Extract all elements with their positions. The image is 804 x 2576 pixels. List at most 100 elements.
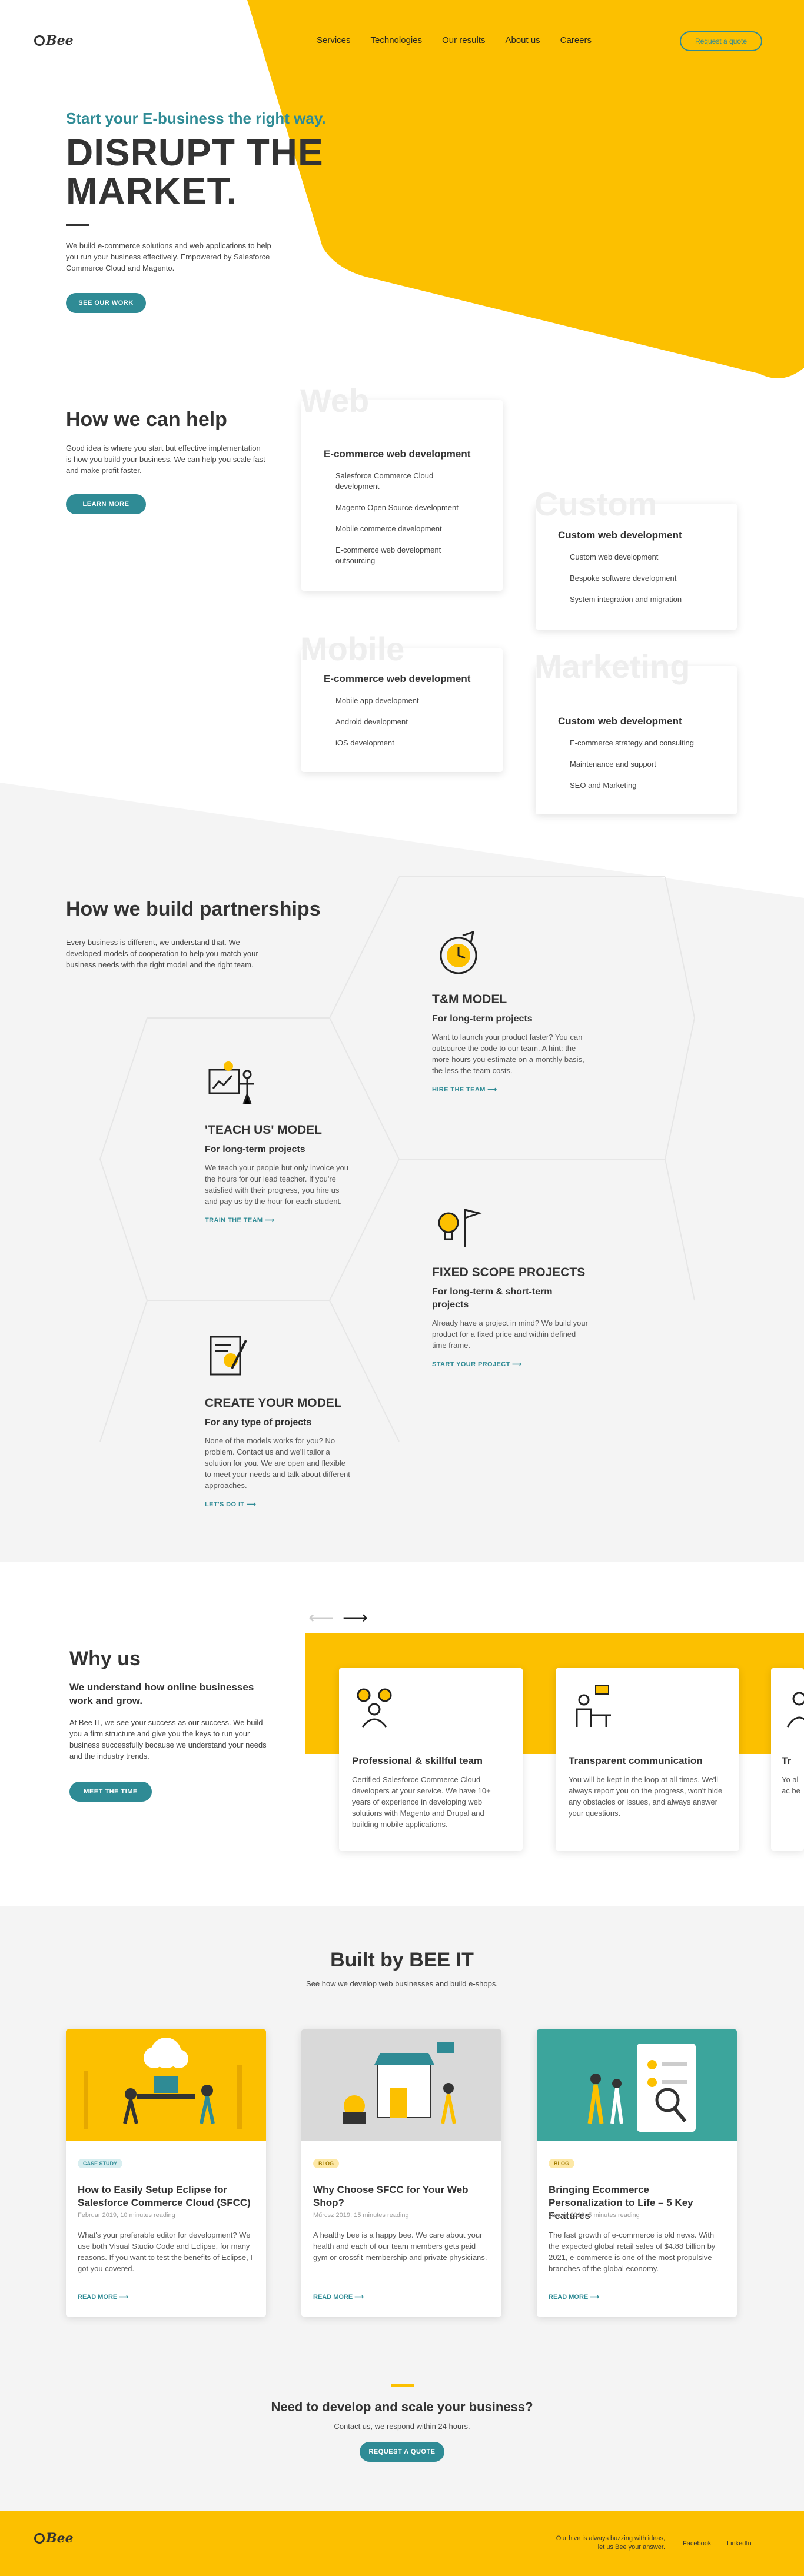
category-badge: BLOG [549, 2159, 574, 2168]
service-item[interactable]: Android development [335, 717, 477, 727]
service-list: Custom web development Bespoke software … [570, 552, 711, 615]
nav-link-technologies[interactable]: Technologies [371, 35, 423, 45]
service-item[interactable]: Mobile commerce development [335, 524, 477, 534]
why-card-text: Yo al ac be [782, 1775, 800, 1795]
cta-divider [391, 2384, 414, 2387]
service-item[interactable]: SEO and Marketing [570, 780, 711, 791]
hero-divider [66, 224, 89, 226]
why-card-title: Tr [782, 1755, 792, 1766]
ghost-word: Mobile [300, 630, 405, 667]
logo-text: Bee [46, 2531, 74, 2546]
why-card-team[interactable]: Professional & skillful team Certified S… [339, 1668, 523, 1851]
service-item[interactable]: Bespoke software development [570, 573, 711, 584]
model-text: Want to launch your product faster? You … [432, 1033, 584, 1075]
hero-title: DISRUPT THE MARKET. [66, 133, 396, 211]
model-subtitle: For long-term & short-term projects [432, 1287, 553, 1310]
model-text: We teach your people but only invoice yo… [205, 1163, 349, 1206]
read-more-link[interactable]: READ MORE ⟶ [78, 2293, 128, 2301]
carousel-prev-arrow-icon[interactable]: ⟵ [308, 1607, 334, 1628]
why-title: Why us [69, 1648, 141, 1670]
why-card-title: Professional & skillful team [352, 1755, 483, 1766]
service-item[interactable]: System integration and migration [570, 594, 711, 605]
nav-link-careers[interactable]: Careers [560, 35, 592, 45]
nav-link-our-results[interactable]: Our results [442, 35, 485, 45]
footer-logo[interactable]: Bee [34, 2531, 74, 2546]
why-card-text: Certified Salesforce Commerce Cloud deve… [352, 1775, 491, 1829]
blog-card[interactable]: BLOG Why Choose SFCC for Your Web Shop? … [301, 2029, 501, 2317]
shop-illustration-icon [301, 2029, 501, 2141]
start-project-link[interactable]: START YOUR PROJECT ⟶ [432, 1360, 591, 1368]
service-item[interactable]: E-commerce web development outsourcing [335, 545, 477, 566]
carousel-next-arrow-icon[interactable]: ⟶ [343, 1607, 368, 1628]
team-gears-icon [357, 1688, 392, 1728]
ghost-word: Marketing [534, 648, 690, 685]
request-quote-cta-button[interactable]: REQUEST A QUOTE [360, 2442, 444, 2462]
document-pen-icon [210, 1336, 247, 1376]
hire-team-link[interactable]: HIRE THE TEAM ⟶ [432, 1086, 591, 1093]
service-item[interactable]: Salesforce Commerce Cloud development [335, 471, 477, 492]
read-more-link[interactable]: READ MORE ⟶ [313, 2293, 364, 2301]
category-badge: CASE STUDY [78, 2159, 123, 2168]
service-card-custom[interactable]: Custom Custom web development Custom web… [534, 485, 737, 630]
hero-title-line2: MARKET. [66, 170, 238, 212]
clock-arrow-icon [440, 930, 477, 974]
built-title: Built by BEE IT [330, 1949, 474, 1971]
linkedin-link[interactable]: LinkedIn [727, 2540, 752, 2547]
service-item[interactable]: E-commerce strategy and consulting [570, 738, 711, 748]
service-item[interactable]: Custom web development [570, 552, 711, 563]
see-our-work-button[interactable]: SEE OUR WORK [66, 293, 146, 313]
logo-text: Bee [46, 33, 74, 48]
link-label: HIRE THE TEAM [432, 1086, 486, 1093]
partnerships-text: Every business is different, we understa… [66, 938, 258, 969]
service-card-title: Custom web development [558, 530, 682, 541]
service-card-title: E-commerce web development [324, 673, 471, 684]
learn-more-button[interactable]: LEARN MORE [66, 494, 146, 514]
model-tm: T&M MODEL For long-term projects Want to… [432, 927, 591, 1093]
top-nav: Bee Services Technologies Our results Ab… [0, 29, 804, 53]
blog-card[interactable]: BLOG Bringing Ecommerce Personalization … [537, 2029, 737, 2317]
service-card-web[interactable]: Web E-commerce web development Salesforc… [300, 382, 503, 591]
lets-do-it-link[interactable]: LET'S DO IT ⟶ [205, 1500, 352, 1508]
tagline-line2: let us Bee your answer. [597, 2544, 665, 2551]
link-label: READ MORE [313, 2294, 353, 2301]
blog-card[interactable]: CASE STUDY How to Easily Setup Eclipse f… [66, 2029, 266, 2317]
read-more-link[interactable]: READ MORE ⟶ [549, 2293, 599, 2301]
hero-title-line1: DISRUPT THE [66, 131, 324, 174]
nav-link-about-us[interactable]: About us [505, 35, 540, 45]
post-excerpt: The fast growth of e-commerce is old new… [549, 2231, 716, 2273]
service-list: Salesforce Commerce Cloud development Ma… [335, 471, 477, 577]
meet-the-team-button[interactable]: MEET THE TIME [69, 1782, 152, 1802]
partnerships-title: How we build partnerships [66, 898, 321, 920]
nav-link-services[interactable]: Services [317, 35, 351, 45]
why-card-partial[interactable]: Tr Yo al ac be [771, 1668, 804, 1851]
person-icon [786, 1692, 804, 1728]
model-teach-us: 'TEACH US' MODEL For long-term projects … [205, 1058, 352, 1224]
service-card-marketing[interactable]: Marketing Custom web development E-comme… [534, 648, 737, 814]
logo[interactable]: Bee [34, 33, 74, 48]
service-item[interactable]: Mobile app development [335, 695, 477, 706]
service-card-mobile[interactable]: Mobile E-commerce web development Mobile… [300, 630, 503, 772]
service-card-title: E-commerce web development [324, 448, 471, 460]
tagline-line1: Our hive is always buzzing with ideas, [556, 2535, 665, 2542]
model-subtitle: For long-term projects [205, 1144, 305, 1154]
service-item[interactable]: Magento Open Source development [335, 502, 477, 513]
post-meta: Műrcsz 2019, 15 minutes reading [313, 2212, 409, 2219]
office-illustration-icon [66, 2029, 266, 2141]
request-quote-button[interactable]: Request a quote [680, 31, 762, 51]
why-card-communication[interactable]: Transparent communication You will be ke… [556, 1668, 739, 1851]
post-excerpt: What's your preferable editor for develo… [78, 2231, 253, 2273]
service-item[interactable]: Maintenance and support [570, 759, 711, 770]
post-title[interactable]: Why Choose SFCC for Your Web Shop? [313, 2184, 490, 2209]
model-title: FIXED SCOPE PROJECTS [432, 1266, 586, 1279]
link-label: START YOUR PROJECT [432, 1361, 510, 1368]
why-card-title: Transparent communication [569, 1755, 703, 1766]
arrow-right-icon: ⟶ [590, 2294, 600, 2301]
model-create-your-own: CREATE YOUR MODEL For any type of projec… [205, 1331, 352, 1508]
footer-tagline: Our hive is always buzzing with ideas, le… [518, 2534, 665, 2552]
why-subtitle: We understand how online businesses work… [69, 1682, 254, 1706]
facebook-link[interactable]: Facebook [683, 2540, 711, 2547]
train-team-link[interactable]: TRAIN THE TEAM ⟶ [205, 1216, 352, 1224]
service-item[interactable]: iOS development [335, 738, 477, 748]
post-title[interactable]: How to Easily Setup Eclipse for Salesfor… [78, 2184, 254, 2209]
nav-links: Services Technologies Our results About … [317, 35, 592, 45]
